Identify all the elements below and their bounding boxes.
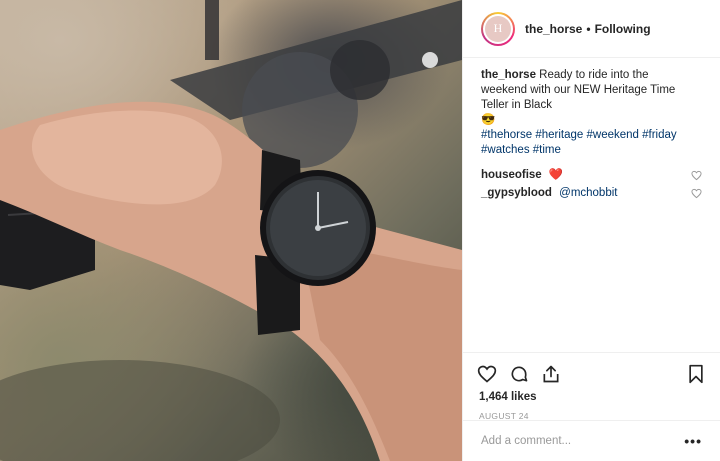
- comment-icon: [511, 366, 528, 382]
- comment-text: houseofise ❤️: [481, 166, 563, 184]
- post-photo[interactable]: [0, 0, 462, 461]
- caption-hashtags[interactable]: #thehorse #heritage #weekend #friday #wa…: [481, 129, 677, 156]
- comment-text: _gypsyblood @mchobbit: [481, 184, 617, 202]
- heart-icon: [477, 365, 497, 383]
- action-icon-row: [477, 359, 706, 389]
- header-separator: •: [586, 21, 591, 36]
- comment-username[interactable]: _gypsyblood: [481, 187, 552, 199]
- caption-username[interactable]: the_horse: [481, 69, 536, 81]
- comment-like-heart-icon[interactable]: [691, 170, 702, 181]
- avatar-ring-inner: H: [483, 13, 513, 44]
- save-button[interactable]: [686, 364, 706, 384]
- header-username[interactable]: the_horse: [525, 22, 582, 36]
- post-header: H the_horse • Following: [463, 0, 720, 58]
- post-photo-illustration: [0, 0, 462, 461]
- avatar-letter: H: [485, 15, 511, 42]
- likes-count[interactable]: 1,464 likes: [477, 391, 706, 403]
- comment-item: houseofise ❤️: [463, 166, 720, 184]
- comment-input[interactable]: [481, 435, 685, 447]
- post-actions: 1,464 likes AUGUST 24: [463, 352, 720, 421]
- comment-mention[interactable]: @mchobbit: [559, 187, 617, 199]
- share-button[interactable]: [541, 364, 561, 384]
- more-options-button[interactable]: •••: [684, 433, 702, 449]
- post-details-panel: H the_horse • Following the_horse Ready …: [462, 0, 720, 461]
- like-button[interactable]: [477, 364, 497, 384]
- bookmark-icon: [689, 364, 703, 384]
- comment-username[interactable]: houseofise: [481, 169, 542, 181]
- caption-emoji: 😎: [481, 114, 496, 126]
- comment-like-heart-icon[interactable]: [691, 188, 702, 199]
- post-caption: the_horse Ready to ride into the weekend…: [463, 58, 703, 158]
- share-icon: [543, 365, 559, 383]
- add-comment-bar: •••: [463, 420, 720, 461]
- avatar[interactable]: H: [481, 11, 515, 46]
- following-button[interactable]: Following: [595, 22, 651, 36]
- comment-item: _gypsyblood @mchobbit: [463, 184, 720, 202]
- comment-emoji: ❤️: [548, 169, 564, 181]
- comment-button[interactable]: [509, 364, 529, 384]
